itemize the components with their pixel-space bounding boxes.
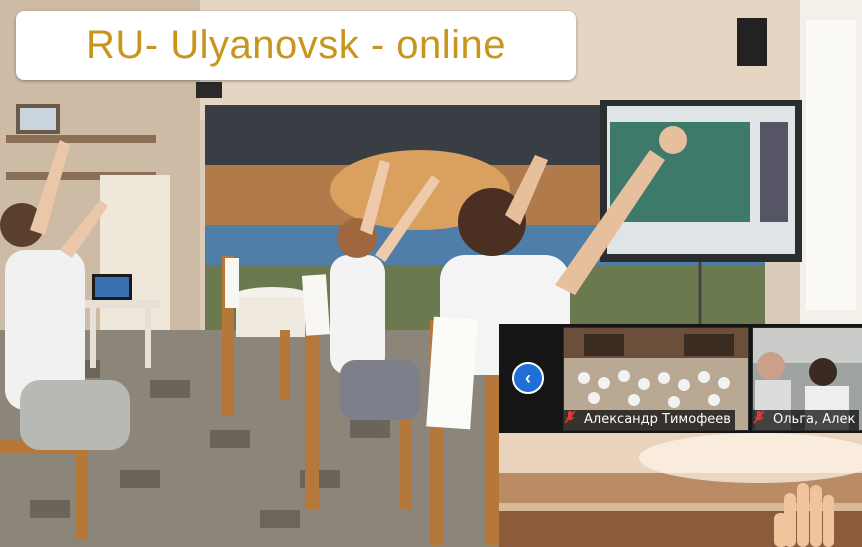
photo-scene: RU- Ulyanovsk - online ‹ Александр Тимоф… (0, 0, 862, 547)
participant-tile[interactable]: Александр Тимофеев (563, 327, 749, 431)
mic-muted-icon (753, 410, 765, 424)
chevron-left-icon[interactable]: ‹ (512, 362, 544, 394)
mic-muted-icon (564, 410, 576, 424)
participant-name-label: Ольга, Алек (753, 410, 860, 430)
video-call-overlay: ‹ Александр Тимофеев Ольга, Алек (499, 324, 862, 547)
participant-name: Ольга, Алек (773, 412, 856, 427)
active-speaker-video (499, 433, 862, 547)
participant-name-label: Александр Тимофеев (564, 410, 735, 430)
participant-name: Александр Тимофеев (584, 412, 731, 427)
location-banner: RU- Ulyanovsk - online (16, 11, 576, 80)
banner-title: RU- Ulyanovsk - online (85, 23, 507, 67)
participant-tile[interactable]: Ольга, Алек (752, 327, 862, 431)
speaker-video (499, 433, 862, 547)
participant-strip: ‹ Александр Тимофеев Ольга, Алек (499, 324, 862, 433)
